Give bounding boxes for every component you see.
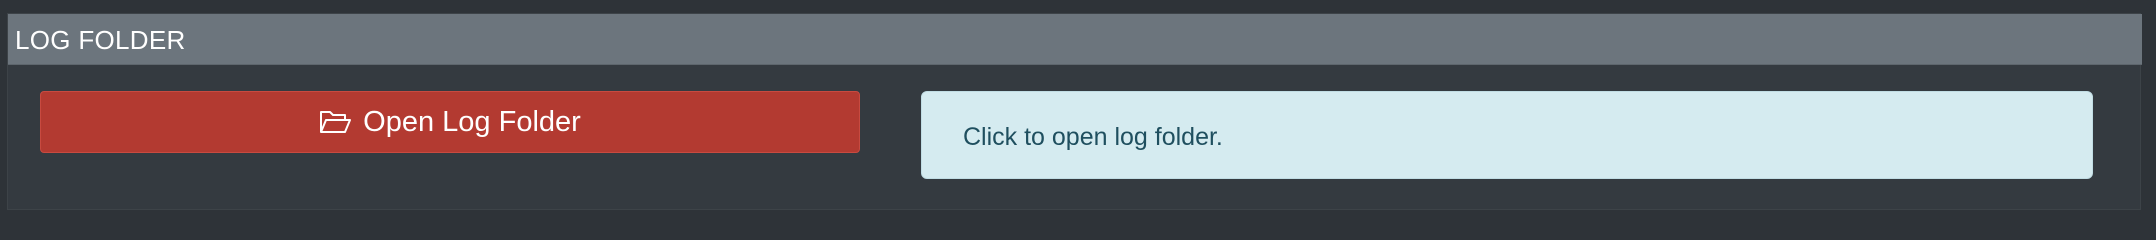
- open-log-folder-label: Open Log Folder: [363, 106, 581, 138]
- info-text: Click to open log folder.: [963, 123, 1223, 151]
- panel-header: LOG FOLDER: [8, 14, 2142, 65]
- folder-open-icon: [319, 109, 363, 135]
- info-box: Click to open log folder.: [921, 91, 2093, 179]
- panel-title: LOG FOLDER: [15, 25, 186, 55]
- open-log-folder-button[interactable]: Open Log Folder: [40, 91, 860, 153]
